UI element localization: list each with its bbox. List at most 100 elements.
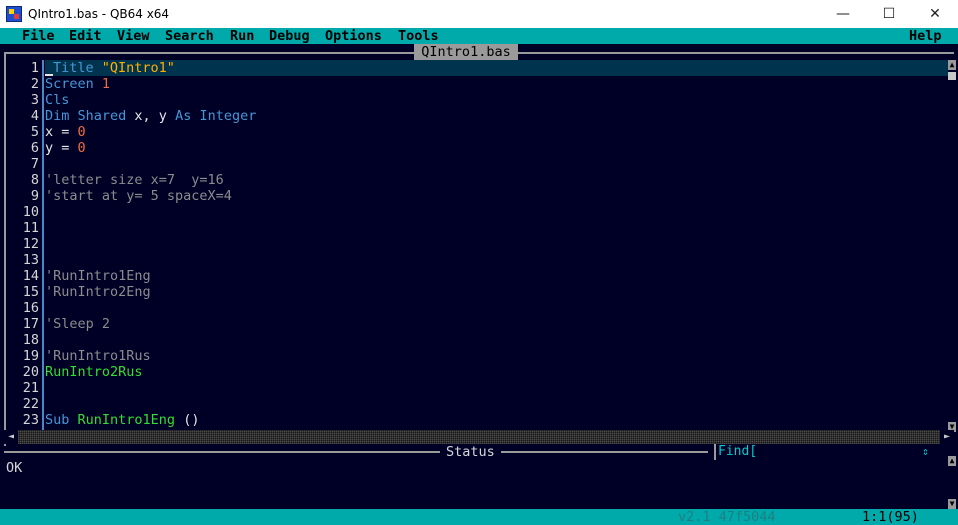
status-panel: Status Find[ ⇕ OK ▲ ▼ <box>0 444 958 509</box>
line-number: 6 <box>30 140 39 156</box>
code-line[interactable]: Dim Shared x, y As Integer <box>45 108 948 124</box>
window-title: QIntro1.bas - QB64 x64 <box>28 7 170 21</box>
code-token: Cls <box>45 92 70 108</box>
code-line[interactable]: x = 0 <box>45 124 948 140</box>
code-line[interactable] <box>45 300 948 316</box>
find-history-arrows-icon[interactable]: ⇕ <box>922 444 929 460</box>
code-area[interactable]: Title "QIntro1" Screen 1 Cls Dim Shared x, … <box>45 60 948 432</box>
code-token: Title <box>53 60 94 76</box>
code-token: Dim Shared <box>45 108 127 124</box>
close-button[interactable]: ✕ <box>912 0 958 28</box>
code-token: Sub <box>45 412 70 428</box>
code-line[interactable] <box>45 380 948 396</box>
menu-options[interactable]: Options <box>325 28 382 44</box>
qb64-app-icon <box>6 6 22 22</box>
menu-tools[interactable]: Tools <box>398 28 439 44</box>
code-line[interactable]: y = 0 <box>45 140 948 156</box>
code-token: As Integer <box>175 108 257 124</box>
menu-bar: File Edit View Search Run Debug Options … <box>0 28 958 44</box>
code-line[interactable]: 'Sleep 2 <box>45 316 948 332</box>
code-token: 'RunIntro1Rus <box>45 348 151 364</box>
line-number: 10 <box>22 204 39 220</box>
code-line[interactable] <box>45 236 948 252</box>
code-token: 'RunIntro2Eng <box>45 284 151 300</box>
status-title: Status <box>440 444 501 460</box>
file-name-tab: QIntro1.bas <box>414 44 518 60</box>
line-number: 18 <box>22 332 39 348</box>
scroll-left-arrow-icon[interactable]: ◄ <box>4 430 18 444</box>
maximize-button[interactable]: ☐ <box>866 0 912 28</box>
code-token: "QIntro1" <box>101 60 175 76</box>
version-label: v2.1 47f5044 <box>678 509 776 525</box>
line-number: 15 <box>22 284 39 300</box>
line-number: 9 <box>30 188 39 204</box>
menu-debug[interactable]: Debug <box>269 28 310 44</box>
find-field[interactable]: Find[ <box>714 444 938 460</box>
menu-edit[interactable]: Edit <box>69 28 102 44</box>
status-scrollbar[interactable]: ▲ ▼ <box>948 456 956 509</box>
code-line[interactable]: 'RunIntro1Eng <box>45 268 948 284</box>
code-token: 'RunIntro1Eng <box>45 268 151 284</box>
vertical-scrollbar[interactable]: ▲ ▼ <box>948 60 956 432</box>
code-line[interactable] <box>45 156 948 172</box>
code-token: 'Sleep 2 <box>45 316 111 332</box>
line-number: 21 <box>22 380 39 396</box>
code-line[interactable] <box>45 332 948 348</box>
cursor-position: 1:1(95) <box>862 509 919 525</box>
code-token: 1 <box>101 76 111 92</box>
status-divider <box>4 451 708 453</box>
code-token: y = <box>45 140 78 156</box>
line-number: 13 <box>22 252 39 268</box>
menu-run[interactable]: Run <box>230 28 254 44</box>
code-line[interactable]: Cls <box>45 92 948 108</box>
line-number: 20 <box>22 364 39 380</box>
menu-help[interactable]: Help <box>909 28 942 44</box>
code-line[interactable]: 'start at y= 5 spaceX=4 <box>45 188 948 204</box>
code-line[interactable]: 'RunIntro2Eng <box>45 284 948 300</box>
code-line[interactable]: Screen 1 <box>45 76 948 92</box>
scroll-right-arrow-icon[interactable]: ► <box>940 430 954 444</box>
status-scroll-up-icon[interactable]: ▲ <box>948 456 956 466</box>
menu-file[interactable]: File <box>22 28 55 44</box>
code-line[interactable]: 'RunIntro1Rus <box>45 348 948 364</box>
code-editor[interactable]: QIntro1.bas 1 2 3 4 5 6 7 8 9 10 11 12 13 14 15 16 17 18 1… <box>0 44 958 446</box>
horizontal-scrollbar[interactable]: ◄ ► <box>4 430 954 444</box>
code-line[interactable]: Title "QIntro1" <box>45 60 948 76</box>
code-token: () <box>175 412 200 428</box>
code-token: 0 <box>77 124 86 140</box>
line-number: 23 <box>22 412 39 428</box>
line-number: 19 <box>22 348 39 364</box>
code-token: 'start at y= 5 spaceX=4 <box>45 188 232 204</box>
line-number-gutter: 1 2 3 4 5 6 7 8 9 10 11 12 13 14 15 16 17 18 19 20 21 22 23 <box>6 60 42 432</box>
status-scroll-down-icon[interactable]: ▼ <box>948 499 956 509</box>
line-number: 1 <box>30 60 39 76</box>
minimize-button[interactable]: — <box>820 0 866 28</box>
bottom-status-bar: v2.1 47f5044 1:1(95) <box>0 509 958 525</box>
line-number: 11 <box>22 220 39 236</box>
menu-view[interactable]: View <box>117 28 150 44</box>
gutter-separator <box>42 60 44 432</box>
code-token: x = <box>45 124 78 140</box>
line-number: 14 <box>22 268 39 284</box>
code-line[interactable]: Sub RunIntro1Eng () <box>45 412 948 428</box>
code-token: Screen <box>45 76 94 92</box>
line-number: 4 <box>30 108 39 124</box>
line-number: 2 <box>30 76 39 92</box>
vertical-scroll-thumb[interactable] <box>948 72 956 80</box>
code-line[interactable] <box>45 252 948 268</box>
code-line[interactable]: RunIntro2Rus <box>45 364 948 380</box>
code-line[interactable]: 'letter size x=7 y=16 <box>45 172 948 188</box>
code-line[interactable] <box>45 204 948 220</box>
menu-search[interactable]: Search <box>165 28 214 44</box>
code-token: 'letter size x=7 y=16 <box>45 172 224 188</box>
line-number: 17 <box>22 316 39 332</box>
code-token: RunIntro1Eng <box>77 412 176 428</box>
line-number: 5 <box>30 124 39 140</box>
code-line[interactable] <box>45 220 948 236</box>
scroll-up-arrow-icon[interactable]: ▲ <box>948 60 956 70</box>
status-message: OK <box>6 460 23 476</box>
code-line[interactable] <box>45 396 948 412</box>
